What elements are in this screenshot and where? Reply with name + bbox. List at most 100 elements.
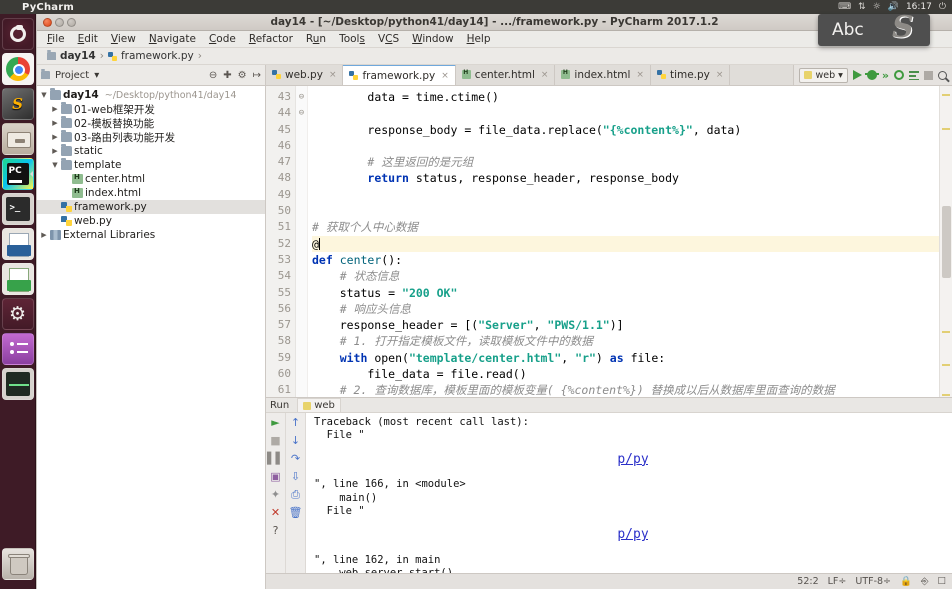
tree-item-03-[interactable]: ▶03-路由列表功能开发 xyxy=(37,130,265,144)
menu-item-navigate[interactable]: Navigate xyxy=(149,33,196,45)
console-file-link[interactable]: /home/python/Desktop/python41/day14/web.… xyxy=(617,443,649,475)
run-icon[interactable] xyxy=(853,70,862,80)
close-icon[interactable]: × xyxy=(716,70,724,80)
lock-icon[interactable]: 🔒 xyxy=(900,576,912,587)
print-icon[interactable]: ⎙ xyxy=(291,489,300,500)
code-line-44[interactable] xyxy=(312,105,952,121)
locate-icon[interactable]: ✚ xyxy=(223,70,231,81)
menu-item-vcs[interactable]: VCS xyxy=(378,33,399,45)
code-line-58[interactable]: # 1. 打开指定模板文件，读取模板文件中的数据 xyxy=(312,333,952,349)
power-icon[interactable]: ⏻ xyxy=(939,3,946,12)
collapse-all-icon[interactable]: ⊖ xyxy=(209,70,217,81)
trash-icon[interactable] xyxy=(2,548,34,580)
close-icon[interactable]: × xyxy=(329,70,337,80)
code-line-61[interactable]: # 2. 查询数据库，模板里面的模板变量( {%content%}) 替换成以后… xyxy=(312,382,952,397)
editor-tab-time-py[interactable]: time.py× xyxy=(651,65,731,85)
run-tab-web[interactable]: web xyxy=(297,398,341,412)
menu-item-help[interactable]: Help xyxy=(467,33,491,45)
disclosure-triangle-icon[interactable]: ▶ xyxy=(50,133,60,141)
stop-icon[interactable] xyxy=(924,71,933,80)
attach-icon[interactable] xyxy=(909,71,919,80)
breadcrumb-file[interactable]: framework.py xyxy=(121,50,194,62)
tree-item-index.html[interactable]: index.html xyxy=(37,186,265,200)
close-icon[interactable]: × xyxy=(441,71,449,81)
hide-icon[interactable]: ☐ xyxy=(937,576,946,587)
libreoffice-writer-icon[interactable] xyxy=(2,228,34,260)
chrome-icon[interactable] xyxy=(2,53,34,85)
chevron-down-icon[interactable]: ▾ xyxy=(94,70,99,81)
run-with-coverage-icon[interactable]: » xyxy=(882,69,889,82)
tree-item-01-web[interactable]: ▶01-web框架开发 xyxy=(37,102,265,116)
code-line-50[interactable] xyxy=(312,203,952,219)
keyboard-icon[interactable]: ⌨ xyxy=(838,3,851,12)
files-icon[interactable] xyxy=(2,123,34,155)
disclosure-triangle-icon[interactable]: ▶ xyxy=(50,147,60,155)
tree-item-center.html[interactable]: center.html xyxy=(37,172,265,186)
file-encoding[interactable]: UTF-8÷ xyxy=(855,576,891,587)
tree-item-externallibraries[interactable]: ▶External Libraries xyxy=(37,228,265,242)
editor-tab-index-html[interactable]: index.html× xyxy=(555,65,651,85)
sublime-text-icon[interactable]: S xyxy=(2,88,34,120)
disclosure-triangle-icon[interactable]: ▶ xyxy=(50,119,60,127)
tree-item-day14[interactable]: ▼day14~/Desktop/python41/day14 xyxy=(37,88,265,102)
window-minimize-button[interactable] xyxy=(55,18,64,27)
menu-item-file[interactable]: File xyxy=(47,33,65,45)
editor-tab-framework-py[interactable]: framework.py× xyxy=(343,65,455,85)
editor-tab-web-py[interactable]: web.py× xyxy=(266,65,343,85)
project-tree[interactable]: ▼day14~/Desktop/python41/day14▶01-web框架开… xyxy=(37,86,266,589)
pause-icon[interactable]: ▌▌ xyxy=(267,453,284,464)
ubuntu-software-icon[interactable] xyxy=(2,333,34,365)
window-close-button[interactable] xyxy=(43,18,52,27)
fold-marker[interactable]: ⊖ xyxy=(296,89,307,105)
tree-item-web.py[interactable]: web.py xyxy=(37,214,265,228)
scrollbar-thumb[interactable] xyxy=(942,206,951,278)
code-folding-gutter[interactable]: ⊖⊖ xyxy=(296,86,308,397)
tree-item-framework.py[interactable]: framework.py xyxy=(37,200,265,214)
scroll-to-end-icon[interactable]: ⇩ xyxy=(291,471,300,482)
tree-item-static[interactable]: ▶static xyxy=(37,144,265,158)
bluetooth-icon[interactable]: ☼ xyxy=(873,3,881,12)
code-line-53[interactable]: def center(): xyxy=(312,252,952,268)
ubuntu-dash-icon[interactable] xyxy=(2,18,34,50)
code-editor[interactable]: 4344454647484950515253545556575859606162… xyxy=(266,86,952,397)
code-line-57[interactable]: response_header = [("Server", "PWS/1.1")… xyxy=(312,317,952,333)
tree-item-02-[interactable]: ▶02-模板替换功能 xyxy=(37,116,265,130)
clear-all-icon[interactable]: 🗑 xyxy=(289,507,303,518)
disclosure-triangle-icon[interactable]: ▼ xyxy=(39,91,49,99)
close-icon[interactable]: × xyxy=(541,70,549,80)
code-line-52[interactable]: @ xyxy=(312,236,952,252)
close-icon[interactable]: × xyxy=(636,70,644,80)
help-icon[interactable]: ? xyxy=(273,525,279,536)
search-everywhere-icon[interactable] xyxy=(938,71,947,80)
caret-position[interactable]: 52:2 xyxy=(797,576,818,587)
fold-marker[interactable]: ⊖ xyxy=(296,105,307,121)
menu-item-run[interactable]: Run xyxy=(306,33,326,45)
terminal-icon[interactable]: >_ xyxy=(2,193,34,225)
code-line-43[interactable]: data = time.ctime() xyxy=(312,89,952,105)
code-line-46[interactable] xyxy=(312,138,952,154)
network-icon[interactable]: ⇅ xyxy=(858,3,866,12)
settings-icon[interactable]: ✦ xyxy=(271,489,280,500)
code-content[interactable]: data = time.ctime() response_body = file… xyxy=(308,86,952,397)
down-icon[interactable]: ↓ xyxy=(291,435,300,446)
breadcrumb-project[interactable]: day14 xyxy=(60,50,96,62)
libreoffice-calc-icon[interactable] xyxy=(2,263,34,295)
system-monitor-icon[interactable] xyxy=(2,368,34,400)
rerun-icon[interactable]: ► xyxy=(271,417,279,428)
console-file-link[interactable]: /home/python/Desktop/python41/day14/web.… xyxy=(617,519,649,551)
menu-item-code[interactable]: Code xyxy=(209,33,236,45)
console-output[interactable]: Traceback (most recent call last): File … xyxy=(306,413,952,573)
disclosure-triangle-icon[interactable]: ▶ xyxy=(50,105,60,113)
stop-icon[interactable]: ■ xyxy=(270,435,280,446)
code-line-48[interactable]: return status, response_header, response… xyxy=(312,170,952,186)
menu-item-tools[interactable]: Tools xyxy=(339,33,365,45)
disclosure-triangle-icon[interactable]: ▼ xyxy=(50,161,60,169)
code-line-45[interactable]: response_body = file_data.replace("{%con… xyxy=(312,122,952,138)
line-separator[interactable]: LF÷ xyxy=(828,576,847,587)
disclosure-triangle-icon[interactable]: ▶ xyxy=(39,231,49,239)
code-line-49[interactable] xyxy=(312,187,952,203)
menu-item-edit[interactable]: Edit xyxy=(78,33,98,45)
system-settings-icon[interactable]: ⚙ xyxy=(2,298,34,330)
editor-tab-center-html[interactable]: center.html× xyxy=(456,65,556,85)
settings-icon[interactable]: ⚙ xyxy=(238,70,247,81)
